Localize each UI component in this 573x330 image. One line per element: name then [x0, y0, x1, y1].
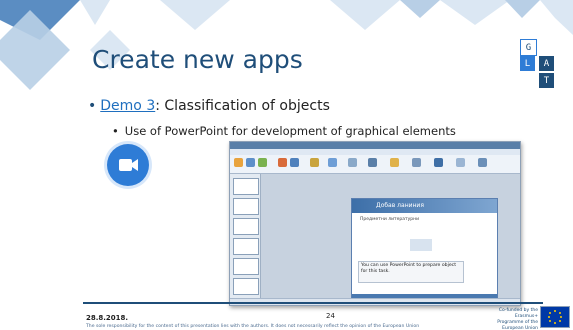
ribbon-toolbar	[230, 155, 520, 174]
slide-thumbnail[interactable]	[233, 278, 259, 295]
ribbon-icon	[290, 158, 299, 167]
video-camera-icon	[119, 159, 138, 171]
footer-date: 28.8.2018.	[86, 314, 129, 322]
diamond-shape	[440, 0, 510, 25]
slide-thumbnail[interactable]	[233, 178, 259, 195]
logo-letter-a: A	[539, 56, 554, 71]
diamond-shape	[330, 0, 400, 30]
slide-thumbnail[interactable]	[233, 198, 259, 215]
slide-preview: Добав ланиния Предметни литературни You …	[351, 198, 498, 300]
cofunded-text: Co-funded by the Erasmus+ Programme of t…	[497, 308, 538, 330]
logo-letter-t: T	[539, 73, 554, 88]
eu-stars-icon	[548, 310, 562, 324]
footer-divider	[83, 302, 543, 304]
ribbon-icon	[234, 158, 243, 167]
bullet-subitem-text: Use of PowerPoint for development of gra…	[124, 124, 456, 138]
ribbon-icon	[456, 158, 465, 167]
ribbon-icon	[278, 158, 287, 167]
diamond-shape	[505, 0, 540, 18]
diamond-shape	[540, 0, 573, 35]
ribbon-icon	[348, 158, 357, 167]
page-number: 24	[326, 312, 335, 320]
preview-header: Добав ланиния	[352, 199, 497, 213]
ribbon-icon	[310, 158, 319, 167]
preview-subtitle: Предметни литературни	[360, 217, 420, 222]
demo-link[interactable]: Demo 3	[100, 98, 155, 114]
logo-letter-l: L	[520, 56, 535, 71]
slide-thumbnail[interactable]	[233, 238, 259, 255]
bullet-demo-text: : Classification of objects	[155, 98, 330, 114]
slide-thumbnail[interactable]	[233, 218, 259, 235]
ribbon-icon	[412, 158, 421, 167]
diamond-shape	[400, 0, 440, 18]
ribbon-icon	[328, 158, 337, 167]
disclaimer-text: The sole responsibility for the content …	[86, 324, 420, 329]
ribbon-icon	[434, 158, 443, 167]
slide: G L A T Create new apps • Demo 3: Classif…	[0, 0, 573, 330]
preview-note: You can use PowerPoint to prepare object…	[358, 261, 464, 283]
ribbon-icon	[246, 158, 255, 167]
ribbon-icon	[258, 158, 267, 167]
slide-title: Create new apps	[92, 45, 303, 74]
powerpoint-screenshot: Добав ланиния Предметни литературни You …	[229, 141, 521, 306]
app-title-bar	[230, 142, 520, 149]
slide-editing-canvas: Добав ланиния Предметни литературни You …	[261, 174, 520, 305]
ribbon-icon	[368, 158, 377, 167]
slide-thumbnail[interactable]	[233, 258, 259, 275]
preview-objects	[410, 239, 432, 251]
logo-letter-g: G	[520, 39, 537, 56]
bullet-dot: •	[88, 98, 97, 114]
eu-flag-icon	[540, 306, 570, 328]
ribbon-icon	[478, 158, 487, 167]
bullet-demo: • Demo 3: Classification of objects	[88, 98, 330, 114]
bullet-dot: •	[112, 124, 119, 138]
bullet-subitem: • Use of PowerPoint for development of gr…	[112, 124, 456, 138]
slide-thumbnails-pane	[230, 174, 261, 305]
video-play-button[interactable]	[107, 144, 149, 186]
preview-title: Добав ланиния	[376, 202, 424, 209]
diamond-shape	[160, 0, 230, 30]
diamond-shape	[80, 0, 110, 25]
ribbon-icon	[390, 158, 399, 167]
